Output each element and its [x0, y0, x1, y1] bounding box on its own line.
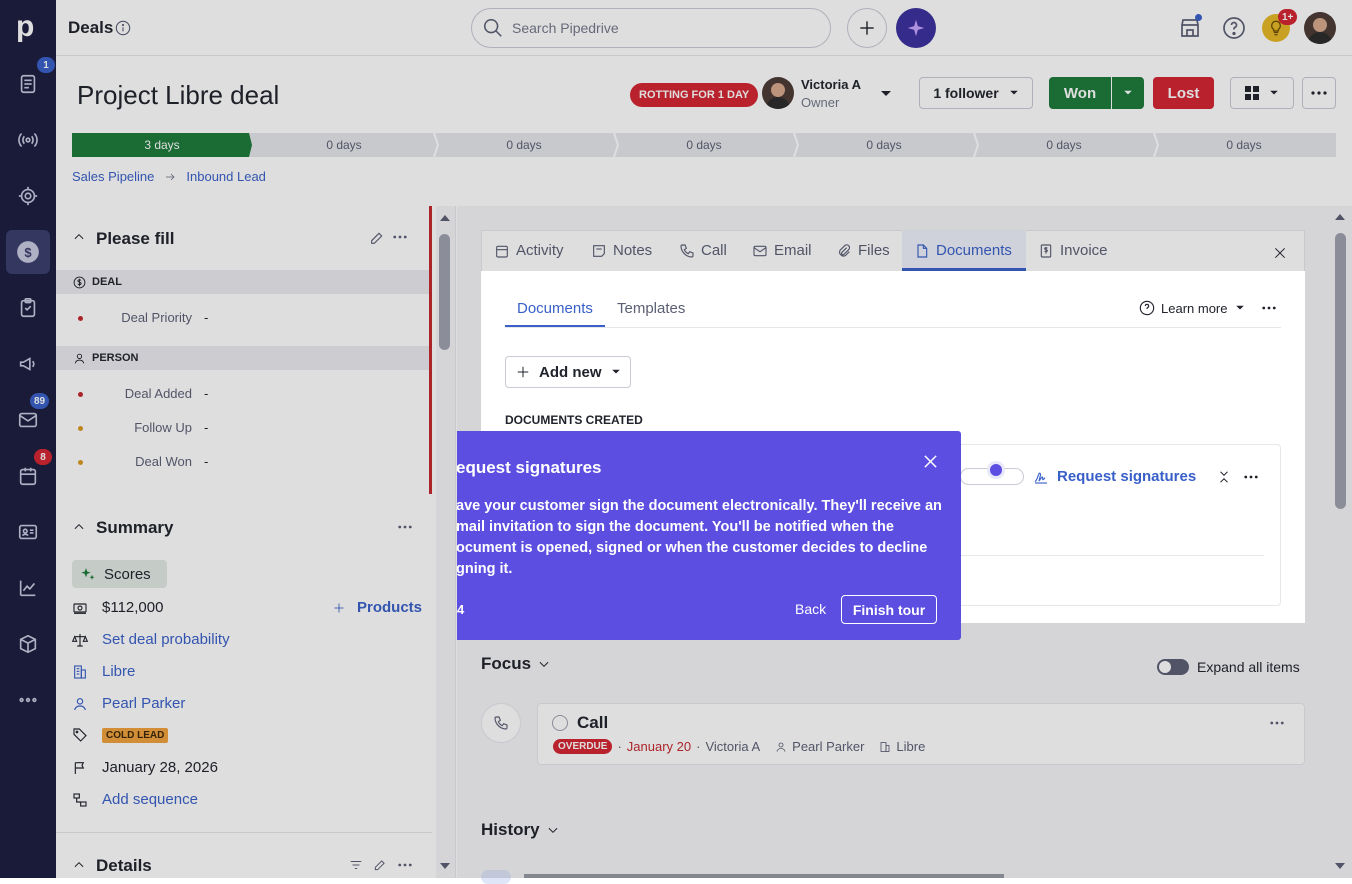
chevron-down-icon — [611, 369, 620, 374]
collapse-icon[interactable] — [1217, 470, 1231, 484]
close-icon[interactable] — [923, 454, 938, 469]
tour-title: equest signatures — [457, 458, 602, 477]
tour-dim-bottom — [0, 623, 1352, 878]
request-signatures-label: Request signatures — [1057, 468, 1197, 485]
tour-popover: equest signatures ave your customer sign… — [457, 431, 961, 640]
subtab-templates[interactable]: Templates — [617, 300, 685, 317]
tour-back-button[interactable]: Back — [795, 601, 826, 617]
tour-body: ave your customer sign the document elec… — [457, 498, 942, 577]
add-new-label: Add new — [539, 363, 602, 381]
more-dots-icon[interactable] — [1262, 306, 1276, 310]
signature-toggle-knob[interactable] — [990, 464, 1002, 476]
add-new-button[interactable]: Add new — [505, 356, 631, 388]
tour-dim-right — [1305, 271, 1352, 623]
tour-dim-top — [0, 0, 1352, 271]
tour-step: 4 — [457, 602, 465, 617]
request-signatures-button[interactable]: Request signatures — [1033, 468, 1196, 485]
help-icon — [1139, 300, 1155, 316]
documents-created-label: DOCUMENTS CREATED — [505, 413, 643, 427]
tour-dim-left — [0, 271, 481, 623]
plus-icon — [517, 366, 529, 378]
tour-finish-button[interactable]: Finish tour — [841, 595, 937, 624]
subtab-divider — [505, 327, 1281, 328]
chevron-down-icon — [1236, 305, 1245, 310]
subtab-documents[interactable]: Documents — [517, 300, 593, 317]
learn-more-label: Learn more — [1161, 300, 1228, 316]
learn-more-button[interactable]: Learn more — [1139, 300, 1245, 316]
signature-icon — [1034, 472, 1047, 484]
more-dots-icon[interactable] — [1244, 475, 1258, 479]
